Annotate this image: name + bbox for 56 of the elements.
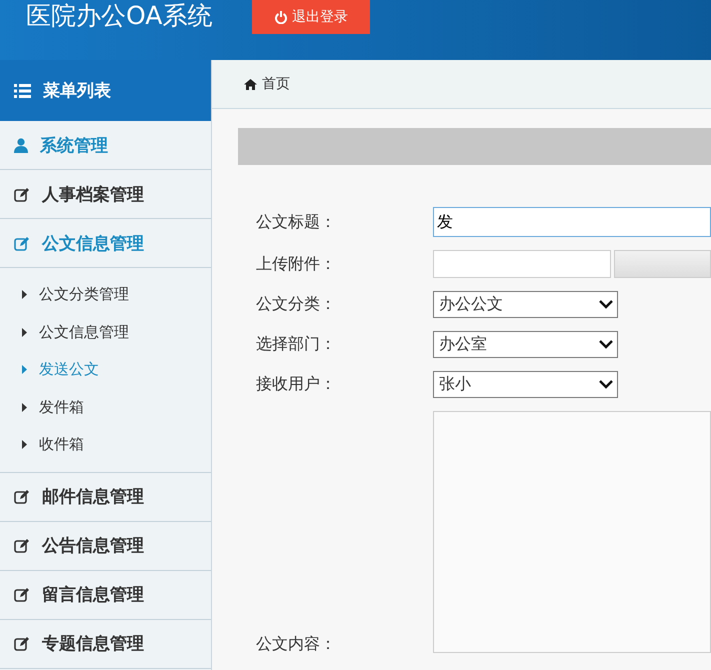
submenu-label: 发送公文 — [39, 360, 99, 380]
submenu-item[interactable]: 公文信息管理 — [0, 314, 211, 351]
edit-icon — [14, 489, 30, 504]
menu-group-label: 留言信息管理 — [42, 584, 144, 606]
app-title: 医院办公OA系统 — [26, 1, 212, 31]
edit-icon — [14, 538, 30, 553]
caret-icon — [22, 290, 27, 300]
submenu-label: 公文分类管理 — [39, 285, 129, 304]
logout-button[interactable]: 退出登录 — [252, 0, 370, 34]
breadcrumb-link[interactable]: 首页 — [262, 75, 290, 93]
browse-button[interactable] — [614, 250, 711, 278]
menu-group-label: 公告信息管理 — [42, 535, 144, 557]
submenu-label: 收件箱 — [39, 435, 84, 454]
menu-group-label: 邮件信息管理 — [42, 486, 144, 508]
chevron-down-icon — [599, 380, 613, 389]
caret-icon — [22, 440, 27, 450]
menu-group-label: 系统管理 — [40, 134, 108, 156]
edit-icon — [14, 636, 30, 651]
caret-icon — [22, 365, 27, 374]
field-label: 公文标题： — [256, 212, 337, 232]
menu-group-label: 专题信息管理 — [42, 633, 144, 655]
home-icon — [244, 78, 257, 90]
edit-icon — [14, 186, 30, 202]
content-textarea[interactable] — [433, 411, 711, 653]
submenu-label: 公文信息管理 — [39, 322, 129, 342]
submenu-label: 发件箱 — [39, 398, 84, 417]
chevron-down-icon — [599, 340, 613, 349]
select-field[interactable]: 张小 — [433, 371, 618, 398]
chevron-down-icon — [599, 300, 613, 309]
sidebar-title: 菜单列表 — [43, 80, 111, 102]
select-field[interactable]: 办公室 — [433, 331, 618, 358]
field-label: 选择部门： — [256, 334, 337, 355]
field-label: 接收用户： — [256, 374, 337, 395]
caret-icon — [22, 402, 27, 412]
user-icon — [14, 138, 28, 152]
field-label: 上传附件： — [256, 254, 337, 274]
menu-group[interactable]: 专题信息管理 — [0, 620, 211, 668]
menu-group[interactable]: 公告信息管理 — [0, 522, 211, 570]
list-icon — [14, 84, 31, 98]
menu-group-label: 公文信息管理 — [42, 232, 144, 254]
file-path-field[interactable] — [433, 250, 611, 278]
title-input[interactable]: 发 — [433, 207, 711, 237]
submenu-item[interactable]: 公文分类管理 — [0, 276, 211, 314]
menu-group-label: 人事档案管理 — [42, 184, 144, 206]
menu-group[interactable]: 邮件信息管理 — [0, 472, 211, 522]
caret-icon — [22, 328, 27, 337]
submenu-item[interactable]: 发件箱 — [0, 388, 211, 426]
submenu-item[interactable]: 收件箱 — [0, 426, 211, 464]
field-label: 公文内容： — [256, 634, 337, 655]
edit-icon — [14, 587, 30, 602]
menu-group[interactable]: 人事档案管理 — [0, 170, 211, 219]
edit-icon — [14, 236, 30, 250]
select-field[interactable]: 办公公文 — [433, 291, 618, 318]
power-icon — [274, 10, 287, 24]
menu-group[interactable]: 留言信息管理 — [0, 570, 211, 620]
field-label: 公文分类： — [256, 294, 337, 315]
